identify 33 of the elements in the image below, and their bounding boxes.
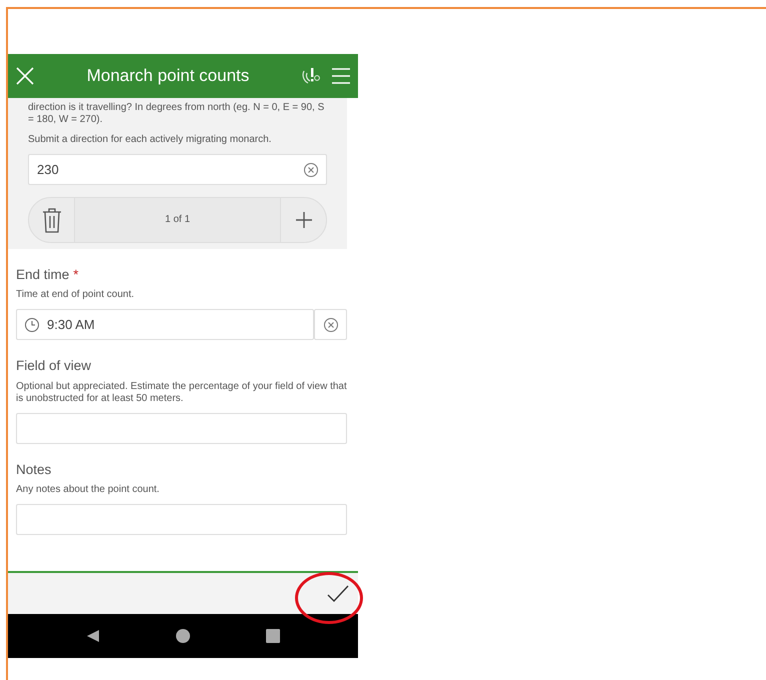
clear-icon: [303, 162, 319, 178]
back-icon: [85, 628, 101, 644]
text-field[interactable]: [16, 412, 347, 444]
description-text: direction is it travelling? In degrees from north (eg. N = 0, E = 90, S = 180, W = 270).: [28, 102, 326, 126]
hint-text: Optional but appreciated. Estimate the percentage of your field of view that is unobstructed for at least 50 meters.: [16, 380, 347, 404]
page-counter: 1 of 1: [164, 214, 192, 226]
question-label: Field of view: [16, 357, 92, 376]
hint-text: Submit a direction for each actively migrating monarch.: [28, 134, 272, 146]
hint-text: Any notes about the point count.: [16, 484, 160, 496]
delete-button[interactable]: [29, 198, 75, 242]
home-button[interactable]: [175, 628, 191, 644]
recents-button[interactable]: [265, 628, 281, 644]
submit-button[interactable]: [326, 584, 350, 604]
close-icon: [14, 65, 36, 87]
clock-icon: [24, 317, 40, 334]
text-field[interactable]: [16, 504, 347, 535]
time-field[interactable]: 9:30 AM: [16, 309, 314, 340]
clear-icon: [322, 316, 338, 333]
question-label: Notes: [16, 460, 52, 478]
recents-icon: [265, 628, 281, 644]
trash-icon: [40, 207, 62, 233]
home-icon: [175, 628, 191, 644]
add-button[interactable]: [280, 198, 326, 242]
back-button[interactable]: [85, 628, 101, 644]
annotation-circle: [295, 572, 363, 624]
question-label: End time *: [16, 266, 80, 284]
hint-text: Time at end of point count.: [16, 289, 136, 302]
plus-icon: [294, 210, 314, 230]
close-button[interactable]: [14, 65, 36, 87]
clear-button[interactable]: [314, 309, 347, 340]
direction-field[interactable]: 230: [28, 154, 327, 185]
check-icon: [326, 584, 350, 604]
window-title: Monarch point counts: [86, 65, 250, 88]
